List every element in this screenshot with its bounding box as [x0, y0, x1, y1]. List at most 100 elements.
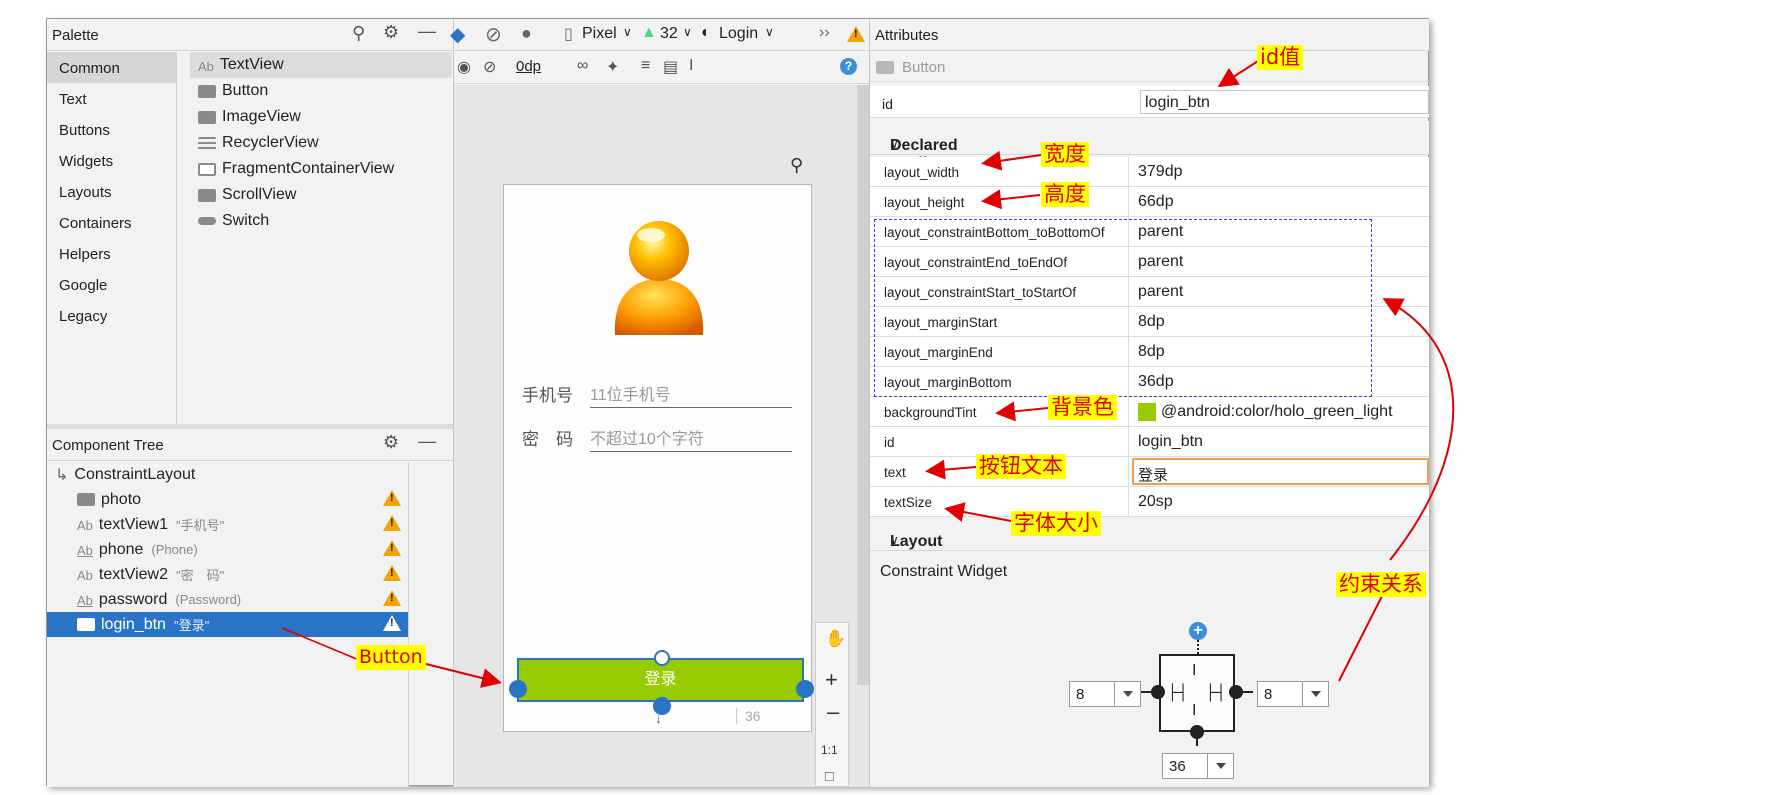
pan-icon[interactable]: ✋: [825, 629, 846, 649]
palette-item-textview[interactable]: Ab TextView: [190, 52, 452, 78]
declared-attributes-header[interactable]: ∨ Declared Attributes: [870, 121, 1429, 172]
button-icon: [876, 61, 894, 74]
attribute-key: layout_height: [884, 195, 965, 210]
attribute-row-backgroundtint[interactable]: backgroundTint @android:color/holo_green_…: [870, 397, 1429, 427]
attribute-value[interactable]: login_btn: [1138, 433, 1203, 451]
attribute-row-textsize[interactable]: textSize 20sp: [870, 487, 1429, 517]
warning-icon[interactable]: [383, 615, 401, 631]
add-constraint-icon[interactable]: +: [1189, 622, 1207, 640]
margin-start-spinner[interactable]: 8: [1069, 681, 1141, 707]
help-icon[interactable]: ?: [840, 58, 857, 75]
attribute-value[interactable]: 66dp: [1138, 193, 1174, 211]
tree-node-password[interactable]: Ab password (Password): [47, 587, 409, 612]
attribute-value[interactable]: 379dp: [1138, 163, 1183, 181]
clear-constraints-icon[interactable]: ∞: [577, 57, 588, 75]
view-options-icon[interactable]: ◉: [457, 57, 471, 77]
minimize-icon[interactable]: —: [418, 21, 436, 42]
warning-icon[interactable]: [383, 590, 401, 606]
password-input-hint[interactable]: 不超过10个字符: [590, 425, 792, 452]
infer-constraints-icon[interactable]: ✦: [606, 57, 619, 77]
theme-icon: ◐: [701, 24, 711, 41]
tree-node-textview1[interactable]: Ab textView1 "手机号": [47, 512, 409, 537]
constraint-dot-right[interactable]: [1229, 685, 1243, 699]
constraint-handle-top[interactable]: [654, 650, 670, 666]
id-input[interactable]: login_btn: [1140, 90, 1429, 114]
theme-dropdown[interactable]: Login: [719, 25, 758, 43]
default-margin-value[interactable]: 0dp: [516, 58, 541, 75]
attribute-row-text[interactable]: text 登录: [870, 457, 1429, 487]
autoconnect-icon[interactable]: ⊘: [483, 57, 496, 77]
layout-section-header[interactable]: ∨ Layout: [870, 517, 1429, 551]
wrench-icon[interactable]: ⚲: [790, 155, 803, 176]
margin-bottom-spinner[interactable]: 36: [1162, 753, 1234, 779]
more-actions-icon[interactable]: ››: [819, 24, 830, 42]
constraintlayout-icon: ↳: [55, 466, 69, 484]
color-swatch[interactable]: [1138, 403, 1156, 421]
orientation-icon[interactable]: ⊘: [485, 22, 502, 47]
warning-icon[interactable]: [847, 26, 865, 42]
search-icon[interactable]: ⚲: [352, 23, 365, 44]
device-dropdown[interactable]: Pixel: [582, 25, 617, 43]
tree-node-login-btn[interactable]: login_btn "登录": [47, 612, 409, 637]
attribute-value[interactable]: @android:color/holo_green_light: [1161, 403, 1393, 421]
tree-node-label: password: [98, 590, 168, 608]
resize-handle-right[interactable]: [796, 680, 814, 698]
zoom-out-icon[interactable]: –: [827, 699, 839, 725]
zoom-in-icon[interactable]: +: [825, 667, 838, 693]
tree-node-textview2[interactable]: Ab textView2 "密 码": [47, 562, 409, 587]
attribute-row-layout-width[interactable]: layout_width 379dp: [870, 157, 1429, 187]
fit-screen-icon[interactable]: □: [825, 768, 834, 785]
column-divider: [1128, 187, 1129, 217]
warning-icon[interactable]: [383, 565, 401, 581]
canvas-scrollbar[interactable]: [857, 85, 869, 685]
warning-icon[interactable]: [383, 515, 401, 531]
attributes-title: Attributes: [875, 27, 939, 44]
api-dropdown[interactable]: 32: [660, 25, 678, 43]
note-background: 背景色: [1048, 395, 1117, 420]
tree-node-hint: (Password): [175, 592, 242, 607]
palette-item-imageview[interactable]: ImageView: [190, 104, 301, 130]
minimize-icon[interactable]: —: [418, 431, 436, 452]
chevron-down-icon[interactable]: [1302, 682, 1328, 706]
attribute-row-id[interactable]: id login_btn: [870, 427, 1429, 457]
attribute-row-layout-height[interactable]: layout_height 66dp: [870, 187, 1429, 217]
tree-node-photo[interactable]: photo: [47, 487, 409, 512]
tree-node-constraintlayout[interactable]: ↳ ConstraintLayout: [47, 462, 409, 487]
button-icon: [198, 84, 216, 98]
palette-item-recyclerview[interactable]: RecyclerView: [190, 130, 319, 156]
imageview-icon: [77, 493, 95, 506]
tree-node-label: photo: [101, 490, 142, 508]
align-icon[interactable]: ▤: [663, 57, 678, 77]
gear-icon[interactable]: ⚙: [383, 22, 399, 43]
note-width: 宽度: [1041, 142, 1089, 167]
resize-handle-left[interactable]: [509, 680, 527, 698]
text-attribute-input[interactable]: 登录: [1132, 458, 1429, 485]
constraint-dot-left[interactable]: [1151, 685, 1165, 699]
palette-item-fragmentcontainerview[interactable]: FragmentContainerView: [190, 156, 394, 182]
palette-item-scrollview[interactable]: ScrollView: [190, 182, 296, 208]
gear-icon[interactable]: ⚙: [383, 432, 399, 453]
device-icon[interactable]: ▯: [564, 24, 573, 44]
column-divider: [1128, 487, 1129, 517]
attribute-value[interactable]: 20sp: [1138, 493, 1173, 511]
warning-icon[interactable]: [383, 490, 401, 506]
note-constraint: 约束关系: [1336, 572, 1426, 597]
margin-end-spinner[interactable]: 8: [1257, 681, 1329, 707]
constraint-widget-label: Constraint Widget: [880, 563, 1008, 580]
tree-node-phone[interactable]: Ab phone (Phone): [47, 537, 409, 562]
palette-item-switch[interactable]: Switch: [190, 208, 269, 234]
palette-item-button[interactable]: Button: [190, 78, 268, 104]
tree-node-hint: "密 码": [175, 568, 225, 583]
chevron-down-icon[interactable]: [1114, 682, 1140, 706]
column-divider: [1128, 157, 1129, 187]
pack-icon[interactable]: ≡: [641, 57, 650, 75]
warning-icon[interactable]: [383, 540, 401, 556]
chevron-down-icon[interactable]: [1207, 754, 1233, 778]
phone-input-hint[interactable]: 11位手机号: [590, 381, 792, 408]
guidelines-icon[interactable]: I: [689, 57, 693, 75]
night-mode-icon[interactable]: ●: [521, 23, 532, 44]
chevron-down-icon: ∨: [623, 25, 632, 39]
layers-icon[interactable]: ◆: [450, 22, 465, 47]
constraint-dot-bottom[interactable]: [1190, 725, 1204, 739]
zoom-ratio-button[interactable]: 1:1: [821, 743, 838, 757]
